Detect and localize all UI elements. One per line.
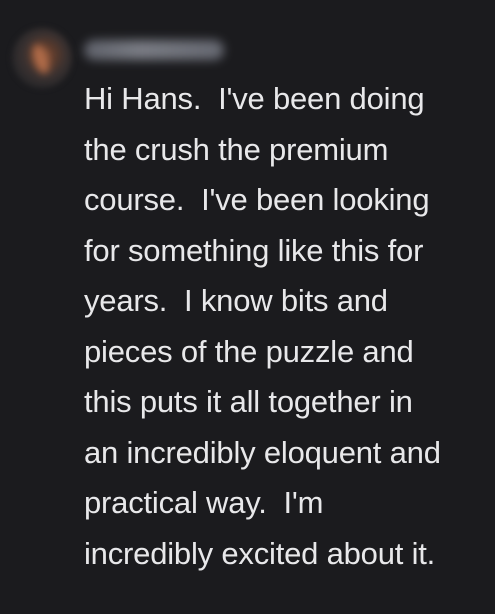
message-line: this puts it all together in xyxy=(84,384,413,419)
message-line: years. I know bits and xyxy=(84,283,388,318)
message-line: Hi Hans. I've been doing xyxy=(84,81,425,116)
chat-message: Hi Hans. I've been doing the crush the p… xyxy=(0,0,495,614)
message-body: Hi Hans. I've been doing the crush the p… xyxy=(84,74,484,579)
username-redacted[interactable] xyxy=(84,40,224,60)
message-line: an incredibly eloquent and xyxy=(84,434,441,470)
message-line: for something like this for xyxy=(84,232,424,268)
message-line: incredibly excited about it. xyxy=(84,535,436,571)
message-line: pieces of the puzzle and xyxy=(84,333,414,369)
message-line: practical way. I'm xyxy=(84,485,324,520)
message-line: course. I've been looking xyxy=(84,182,430,217)
message-line: the crush the premium xyxy=(84,131,389,167)
